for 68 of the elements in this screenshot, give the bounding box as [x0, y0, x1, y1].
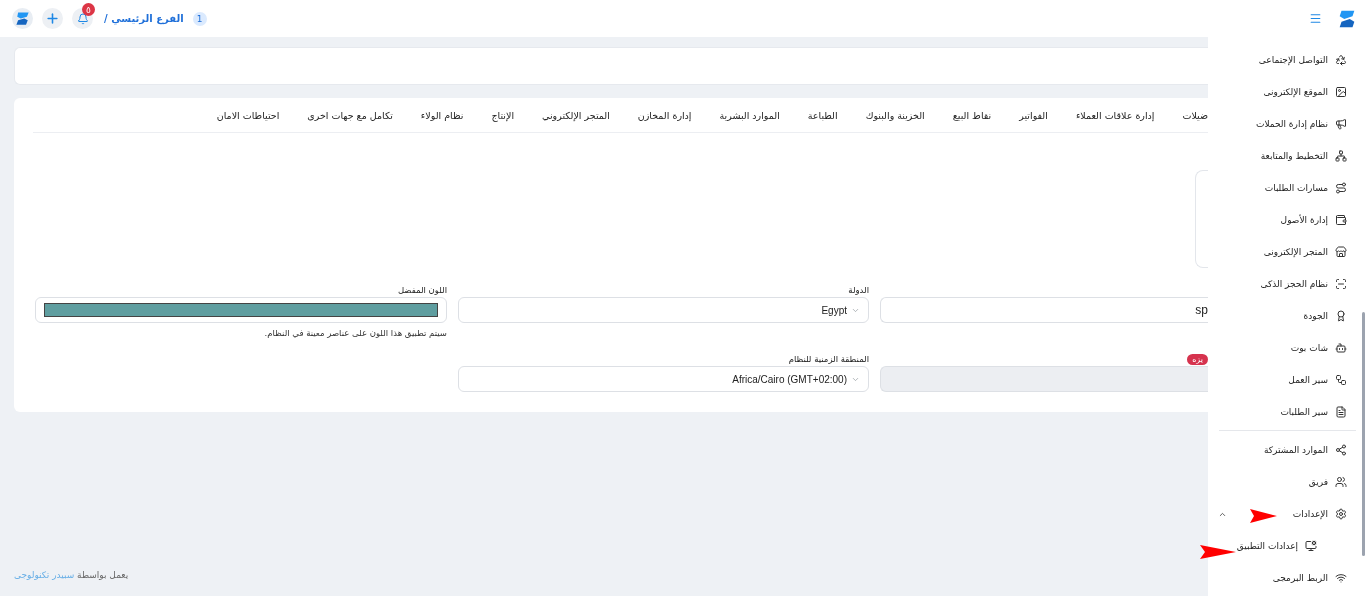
- sidebar-item[interactable]: نظام الحجز الذكى: [1208, 268, 1367, 300]
- tab[interactable]: الفواتير: [1005, 110, 1062, 133]
- branch-number: 1: [192, 11, 207, 26]
- settings-icon: [1335, 508, 1347, 520]
- sidebar-item[interactable]: المتجر الإلكترونى: [1208, 236, 1367, 268]
- sidebar-item[interactable]: شات بوت: [1208, 332, 1367, 364]
- breadcrumb[interactable]: الفرع الرئيسي /: [104, 13, 184, 24]
- network-icon: [1335, 150, 1347, 162]
- wifi-icon: [1335, 572, 1347, 584]
- document-icon: [1335, 406, 1347, 418]
- sidebar-item[interactable]: التواصل الإجتماعى: [1208, 44, 1367, 76]
- tab[interactable]: احتياطات الامان: [202, 110, 294, 133]
- scan-icon: [1335, 278, 1347, 290]
- share-icon: [1335, 444, 1347, 456]
- tab[interactable]: نظام الولاء: [406, 110, 478, 133]
- tab[interactable]: المتجر الإلكتروني: [528, 110, 624, 133]
- field-badge: يزه: [1187, 353, 1208, 365]
- notification-badge: ٥: [82, 3, 95, 16]
- color-field[interactable]: [35, 297, 447, 323]
- sidebar-subitem[interactable]: إعدادات التطبيق: [1208, 530, 1367, 562]
- field-hint: سيتم تطبيق هذا اللون على عناصر معينة في النظام.: [263, 328, 447, 338]
- tab[interactable]: الإنتاج: [477, 110, 529, 133]
- sidebar-item[interactable]: إدارة الأصول: [1208, 204, 1367, 236]
- sidebar-item[interactable]: التخطيط والمتابعة: [1208, 140, 1367, 172]
- tab[interactable]: الطباعة: [793, 110, 852, 133]
- field-label: الدولة: [848, 285, 869, 295]
- tab[interactable]: إدارة علاقات العملاء: [1061, 110, 1169, 133]
- monitor-gear-icon: [1305, 540, 1317, 552]
- tab[interactable]: إدارة المخازن: [623, 110, 706, 133]
- sidebar-item[interactable]: نظام إدارة الحملات: [1208, 108, 1367, 140]
- sidebar-item[interactable]: سير العمل: [1208, 364, 1367, 396]
- menu-icon[interactable]: [1309, 12, 1322, 25]
- pointer-arrow: [1200, 545, 1236, 559]
- tab[interactable]: نقاط البيع: [938, 110, 1006, 133]
- bot-icon: [1335, 342, 1347, 354]
- tab[interactable]: ضيلات: [1168, 110, 1208, 133]
- sidebar-item[interactable]: الموارد المشتركة: [1208, 434, 1367, 466]
- sidebar-item[interactable]: الربط البرمجى: [1208, 562, 1367, 594]
- sidebar-item[interactable]: فريق: [1208, 466, 1367, 498]
- workflow-icon: [1335, 374, 1347, 386]
- sidebar-item[interactable]: الموقع الإلكترونى: [1208, 76, 1367, 108]
- tab[interactable]: الخزينة والبنوك: [851, 110, 939, 133]
- pointer-arrow: [1250, 509, 1277, 523]
- text-field[interactable]: sp: [880, 297, 1208, 323]
- sidebar-item[interactable]: مسارات الطلبات: [1208, 172, 1367, 204]
- tab[interactable]: تكامل مع جهات اخرى: [293, 110, 407, 133]
- plus-icon: [45, 11, 60, 26]
- store-icon: [1335, 246, 1347, 258]
- field-label: المنطقة الزمنية للنظام: [788, 354, 869, 364]
- bell-icon: [76, 12, 89, 25]
- scrollbar[interactable]: [1362, 312, 1365, 556]
- users-icon: [1335, 476, 1347, 488]
- sidebar-item[interactable]: الإعدادات: [1208, 498, 1367, 530]
- sidebar-item[interactable]: سير الطلبات: [1208, 396, 1367, 428]
- megaphone-icon: [1335, 118, 1347, 130]
- logo-icon: [12, 8, 33, 29]
- tab[interactable]: الموارد البشرية: [705, 110, 794, 133]
- select-field[interactable]: Egypt: [458, 297, 869, 323]
- award-icon: [1335, 310, 1347, 322]
- field-label: اللون المفضل: [397, 285, 447, 295]
- wallet-icon: [1335, 214, 1347, 226]
- sidebar-item[interactable]: الجودة: [1208, 300, 1367, 332]
- route-icon: [1335, 182, 1347, 194]
- recycle-icon: [1335, 54, 1347, 66]
- image-icon: [1335, 86, 1347, 98]
- footer-text: يعمل بواسطة سبيدر تكنولوجى: [14, 570, 129, 580]
- select-field[interactable]: Africa/Cairo (GMT+02:00): [458, 366, 869, 392]
- add-button[interactable]: [42, 8, 63, 29]
